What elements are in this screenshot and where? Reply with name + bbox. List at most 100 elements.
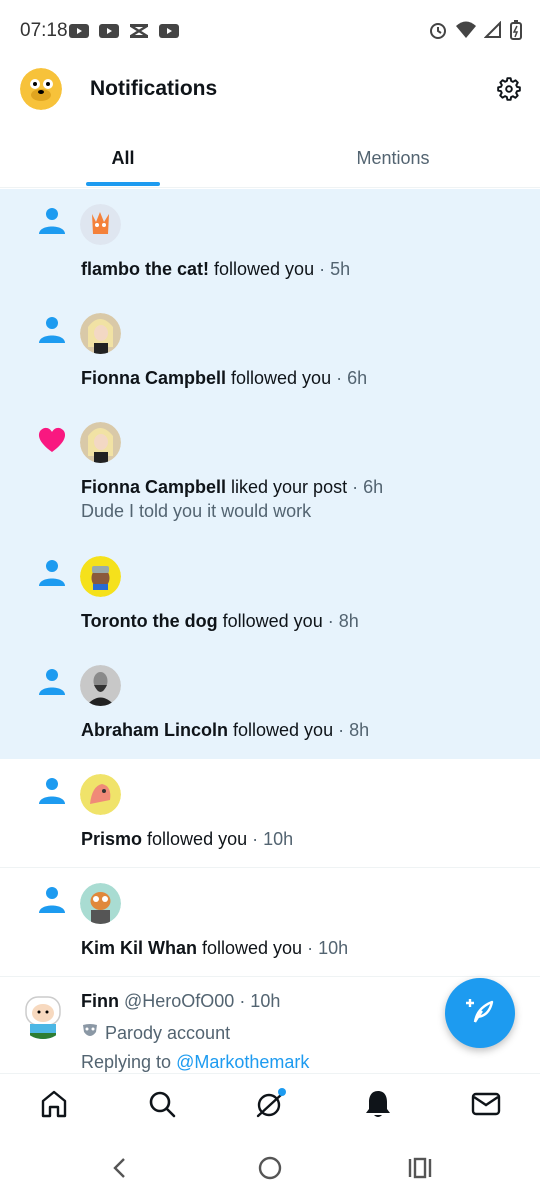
user-name[interactable]: flambo the cat!: [81, 259, 209, 279]
timestamp: · 5h: [314, 259, 351, 279]
user-name[interactable]: Fionna Campbell: [81, 368, 226, 388]
post-header: Finn @HeroOfO00 · 10h: [81, 991, 280, 1012]
user-handle[interactable]: @HeroOfO00: [119, 991, 234, 1011]
nav-home[interactable]: [36, 1088, 72, 1124]
timestamp: · 10h: [247, 829, 294, 849]
active-tab-indicator: [86, 182, 160, 186]
mail-icon: [471, 1091, 501, 1122]
notification-action: followed you: [217, 611, 323, 631]
page-title: Notifications: [90, 77, 218, 100]
user-name[interactable]: Fionna Campbell: [81, 477, 226, 497]
list-item[interactable]: Prismo followed you · 10h: [0, 759, 540, 868]
capcut-icon: [128, 22, 150, 40]
status-bar: 07:18: [0, 0, 540, 64]
person-icon: [36, 666, 68, 698]
heart-icon: [36, 423, 68, 455]
signal-icon: [483, 20, 502, 44]
youtube-icon: [68, 22, 90, 40]
circle-home-icon: [257, 1155, 283, 1186]
nav-notifications[interactable]: [360, 1088, 396, 1124]
back-icon: [109, 1156, 129, 1185]
notification-text: Prismo followed you · 10h: [81, 829, 293, 850]
avatar[interactable]: [80, 204, 121, 245]
avatar[interactable]: [80, 556, 121, 597]
search-icon: [147, 1089, 177, 1124]
list-item[interactable]: Toronto the dog followed you · 8h: [0, 541, 540, 650]
parody-text: Parody account: [105, 1023, 231, 1043]
person-icon: [36, 314, 68, 346]
timestamp: · 6h: [347, 477, 384, 497]
replying-to-label: Replying to: [81, 1052, 177, 1072]
tab-all[interactable]: All: [0, 128, 246, 188]
alarm-icon: [428, 20, 448, 45]
replying-to: Replying to @Markothemark: [81, 1052, 309, 1073]
timestamp: · 10h: [302, 938, 349, 958]
back-button[interactable]: [105, 1156, 133, 1184]
timestamp: · 10h: [234, 991, 281, 1011]
notification-action: followed you: [142, 829, 248, 849]
notification-tabs: All Mentions: [0, 128, 540, 188]
compose-post-icon: [465, 996, 495, 1031]
timestamp: · 8h: [333, 720, 370, 740]
user-name[interactable]: Toronto the dog: [81, 611, 218, 631]
bell-icon: [363, 1088, 393, 1125]
nav-grok[interactable]: [252, 1088, 288, 1124]
avatar[interactable]: [18, 989, 68, 1039]
mask-icon: [81, 1022, 99, 1045]
notification-text: Toronto the dog followed you · 8h: [81, 611, 359, 632]
notification-text: Fionna Campbell followed you · 6h: [81, 368, 367, 389]
nav-search[interactable]: [144, 1088, 180, 1124]
user-name[interactable]: Prismo: [81, 829, 142, 849]
person-icon: [36, 205, 68, 237]
system-nav-bar: [0, 1138, 540, 1200]
notification-action: followed you: [197, 938, 303, 958]
youtube-icon: [158, 22, 180, 40]
wifi-icon: [456, 21, 476, 44]
notification-action: followed you: [209, 259, 315, 279]
notification-text: Abraham Lincoln followed you · 8h: [81, 720, 369, 741]
bottom-nav: [0, 1073, 540, 1137]
avatar[interactable]: [80, 774, 121, 815]
person-icon: [36, 884, 68, 916]
avatar[interactable]: [80, 883, 121, 924]
compose-post-button[interactable]: [445, 978, 515, 1048]
profile-avatar[interactable]: [20, 68, 62, 110]
status-time: 07:18: [20, 20, 68, 41]
liked-post-preview[interactable]: Dude I told you it would work: [81, 501, 311, 522]
home-icon: [38, 1088, 70, 1125]
timestamp: · 6h: [331, 368, 368, 388]
notification-text: Fionna Campbell liked your post · 6h: [81, 477, 383, 498]
recents-button[interactable]: [406, 1156, 434, 1184]
list-item[interactable]: Fionna Campbell liked your post · 6h Dud…: [0, 407, 540, 541]
list-item[interactable]: Abraham Lincoln followed you · 8h: [0, 650, 540, 759]
new-indicator-dot: [278, 1088, 286, 1096]
youtube-icon: [98, 22, 120, 40]
nav-messages[interactable]: [468, 1088, 504, 1124]
list-item[interactable]: flambo the cat! followed you · 5h: [0, 189, 540, 298]
list-item[interactable]: Fionna Campbell followed you · 6h: [0, 298, 540, 407]
user-name[interactable]: Abraham Lincoln: [81, 720, 228, 740]
notification-action: followed you: [226, 368, 332, 388]
battery-icon: [510, 20, 522, 45]
person-icon: [36, 557, 68, 589]
avatar[interactable]: [80, 313, 121, 354]
user-name[interactable]: Kim Kil Whan: [81, 938, 197, 958]
notification-text: Kim Kil Whan followed you · 10h: [81, 938, 348, 959]
avatar[interactable]: [80, 665, 121, 706]
notification-action: followed you: [228, 720, 334, 740]
avatar[interactable]: [80, 422, 121, 463]
timestamp: · 8h: [322, 611, 359, 631]
person-icon: [36, 775, 68, 807]
home-button[interactable]: [256, 1156, 284, 1184]
notification-text: flambo the cat! followed you · 5h: [81, 259, 350, 280]
mention-link[interactable]: @Markothemark: [176, 1052, 309, 1072]
user-name[interactable]: Finn: [81, 991, 119, 1011]
app-header: Notifications: [0, 64, 540, 116]
parody-label: Parody account: [81, 1022, 230, 1045]
gear-icon[interactable]: [496, 76, 522, 102]
recents-icon: [407, 1156, 433, 1185]
tab-mentions[interactable]: Mentions: [246, 128, 540, 188]
list-item[interactable]: Kim Kil Whan followed you · 10h: [0, 868, 540, 977]
notification-feed: flambo the cat! followed you · 5h Fionna…: [0, 189, 540, 977]
notification-action: liked your post: [226, 477, 348, 497]
